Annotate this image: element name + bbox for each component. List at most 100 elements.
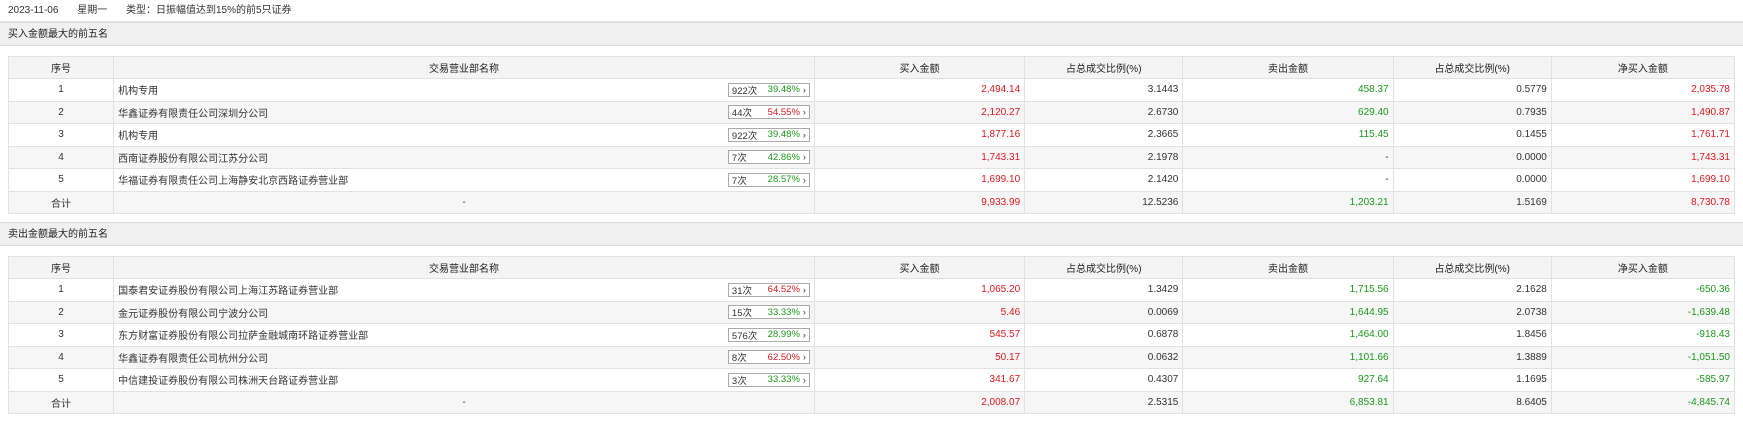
table-row: 4 华鑫证券有限责任公司杭州分公司 8次 62.50% › 50.17 0.0632 1,10…: [7, 345, 1736, 369]
buy-top5-table: 序号 交易营业部名称 买入金额 占总成交比例(%) 卖出金额 占总成交比例(%) 净买入金额…: [7, 56, 1736, 214]
listing-count: 31次: [731, 285, 752, 297]
broker-stats-badge[interactable]: 31次 64.52% ›: [727, 282, 810, 297]
buy-amount: 341.67: [813, 368, 1026, 392]
broker-name[interactable]: 国泰君安证券股份有限公司上海江苏路证券营业部: [118, 282, 338, 297]
broker-name-cell: 华鑫证券有限责任公司杭州分公司 8次 62.50% ›: [113, 345, 815, 369]
sell-amount: -: [1182, 145, 1394, 169]
net-buy-amount: -1,639.48: [1550, 300, 1736, 324]
column-header: 占总成交比例(%): [1024, 256, 1184, 279]
broker-name-cell: 华鑫证券有限责任公司深圳分公司 44次 54.55% ›: [113, 100, 815, 124]
sell-ratio: 0.7935: [1392, 100, 1552, 124]
broker-name-wrap: 中信建投证券股份有限公司株洲天台路证券营业部 3次 33.33% ›: [118, 372, 810, 387]
broker-name[interactable]: 西南证券股份有限公司江苏分公司: [118, 150, 268, 165]
table-header-row: 序号 交易营业部名称 买入金额 占总成交比例(%) 卖出金额 占总成交比例(%) 净买入金额: [7, 256, 1736, 279]
broker-name-wrap: 华鑫证券有限责任公司杭州分公司 8次 62.50% ›: [118, 350, 810, 365]
broker-name-cell: 机构专用 922次 39.48% ›: [113, 123, 815, 147]
column-header: 占总成交比例(%): [1392, 56, 1552, 79]
sell-ratio: 2.0738: [1392, 300, 1552, 324]
chevron-right-icon: ›: [802, 374, 806, 385]
listing-count: 15次: [731, 308, 752, 320]
chevron-right-icon: ›: [802, 352, 806, 363]
broker-stats-badge[interactable]: 3次 33.33% ›: [727, 372, 810, 387]
column-header: 序号: [7, 56, 115, 79]
total-buy-ratio: 12.5236: [1024, 190, 1184, 214]
broker-name[interactable]: 机构专用: [118, 127, 158, 142]
trade-date: 2023-11-06: [8, 5, 59, 16]
column-header: 占总成交比例(%): [1392, 256, 1552, 279]
broker-name[interactable]: 东方财富证券股份有限公司拉萨金融城南环路证券营业部: [118, 327, 368, 342]
column-header: 序号: [7, 256, 115, 279]
buy-amount: 50.17: [813, 345, 1026, 369]
table-row: 2 华鑫证券有限责任公司深圳分公司 44次 54.55% › 2,120.27 2.6730…: [7, 100, 1736, 124]
broker-stats-badge[interactable]: 44次 54.55% ›: [727, 105, 810, 120]
buy-ratio: 0.0632: [1024, 345, 1184, 369]
buy-ratio: 0.0069: [1024, 300, 1184, 324]
buy-amount: 1,065.20: [813, 278, 1026, 302]
win-rate: 33.33%: [767, 306, 800, 318]
sell-ratio: 0.1455: [1392, 123, 1552, 147]
broker-name-wrap: 机构专用 922次 39.48% ›: [118, 82, 810, 97]
buy-amount: 1,877.16: [813, 123, 1026, 147]
chevron-right-icon: ›: [802, 307, 806, 318]
broker-stats-badge[interactable]: 7次 42.86% ›: [727, 150, 810, 165]
buy-ratio: 2.3665: [1024, 123, 1184, 147]
row-index: 5: [7, 368, 115, 392]
column-header: 占总成交比例(%): [1024, 56, 1184, 79]
listing-count: 922次: [731, 85, 758, 97]
type-label: 类型：日振幅值达到15%的前5只证券: [125, 5, 292, 16]
buy-ratio: 0.6878: [1024, 323, 1184, 347]
chevron-right-icon: ›: [802, 284, 806, 295]
total-label: 合计: [7, 190, 115, 214]
broker-stats-badge[interactable]: 7次 28.57% ›: [727, 172, 810, 187]
broker-name[interactable]: 中信建投证券股份有限公司株洲天台路证券营业部: [118, 372, 338, 387]
win-rate: 28.57%: [767, 174, 800, 186]
broker-stats-badge[interactable]: 922次 39.48% ›: [727, 127, 810, 142]
sell-amount: 629.40: [1182, 100, 1394, 124]
column-header: 买入金额: [813, 56, 1026, 79]
trade-weekday: 星期一: [77, 5, 108, 16]
table-row: 1 国泰君安证券股份有限公司上海江苏路证券营业部 31次 64.52% › 1,065.2…: [7, 278, 1736, 302]
broker-stats-badge[interactable]: 8次 62.50% ›: [727, 350, 810, 365]
chevron-right-icon: ›: [802, 329, 806, 340]
sell-amount: -: [1182, 168, 1394, 192]
table-row: 1 机构专用 922次 39.48% › 2,494.14 3.1443 458.37 0.57…: [7, 78, 1736, 102]
total-buy-amount: 2,008.07: [813, 390, 1026, 414]
broker-name[interactable]: 华鑫证券有限责任公司深圳分公司: [118, 105, 268, 120]
broker-name-wrap: 西南证券股份有限公司江苏分公司 7次 42.86% ›: [118, 150, 810, 165]
net-buy-amount: -918.43: [1550, 323, 1736, 347]
buy-amount: 545.57: [813, 323, 1026, 347]
broker-name[interactable]: 金元证券股份有限公司宁波分公司: [118, 305, 268, 320]
broker-stats-badge[interactable]: 922次 39.48% ›: [727, 82, 810, 97]
broker-name[interactable]: 华福证券有限责任公司上海静安北京西路证券营业部: [118, 172, 348, 187]
row-index: 2: [7, 300, 115, 324]
column-header: 卖出金额: [1182, 56, 1394, 79]
top-info-bar: 2023-11-06 星期一 类型：日振幅值达到15%的前5只证券: [0, 0, 1743, 22]
broker-name[interactable]: 机构专用: [118, 82, 158, 97]
row-index: 4: [7, 345, 115, 369]
sell-amount: 1,464.00: [1182, 323, 1394, 347]
buy-ratio: 0.4307: [1024, 368, 1184, 392]
buy-ratio: 3.1443: [1024, 78, 1184, 102]
broker-name-cell: 机构专用 922次 39.48% ›: [113, 78, 815, 102]
table-header-row: 序号 交易营业部名称 买入金额 占总成交比例(%) 卖出金额 占总成交比例(%) 净买入金额: [7, 56, 1736, 79]
total-net-buy-amount: 8,730.78: [1550, 190, 1736, 214]
win-rate: 33.33%: [767, 374, 800, 386]
broker-name-cell: 西南证券股份有限公司江苏分公司 7次 42.86% ›: [113, 145, 815, 169]
buy-ratio: 2.6730: [1024, 100, 1184, 124]
listing-count: 7次: [731, 175, 747, 187]
sell-amount: 1,101.66: [1182, 345, 1394, 369]
column-header: 卖出金额: [1182, 256, 1394, 279]
win-rate: 28.99%: [767, 329, 800, 341]
sell-amount: 458.37: [1182, 78, 1394, 102]
broker-stats-badge[interactable]: 15次 33.33% ›: [727, 305, 810, 320]
row-index: 3: [7, 323, 115, 347]
net-buy-amount: -650.36: [1550, 278, 1736, 302]
column-header: 交易营业部名称: [113, 256, 815, 279]
net-buy-amount: -585.97: [1550, 368, 1736, 392]
buy-section-title: 买入金额最大的前五名: [0, 22, 1743, 46]
broker-name[interactable]: 华鑫证券有限责任公司杭州分公司: [118, 350, 268, 365]
win-rate: 39.48%: [767, 129, 800, 141]
buy-ratio: 2.1978: [1024, 145, 1184, 169]
buy-ratio: 2.1420: [1024, 168, 1184, 192]
broker-stats-badge[interactable]: 576次 28.99% ›: [727, 327, 810, 342]
